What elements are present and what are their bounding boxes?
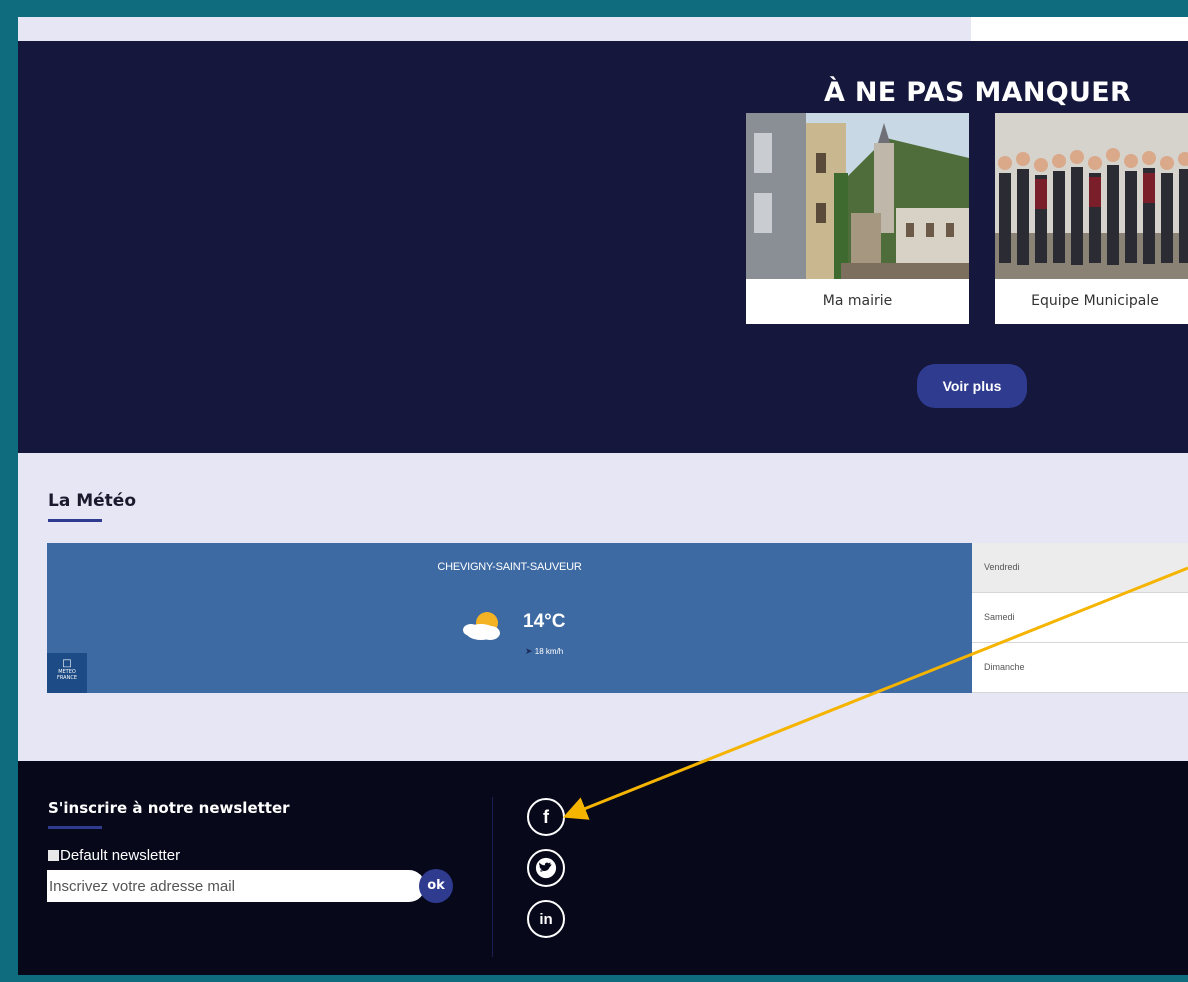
footer: S'inscrire à notre newsletter Default ne…: [18, 761, 1188, 975]
town-street-photo: [746, 113, 969, 279]
newsletter-checkbox[interactable]: [48, 850, 59, 861]
team-group-photo: [995, 113, 1188, 279]
twitter-icon[interactable]: [527, 849, 565, 887]
forecast-day[interactable]: Dimanche: [972, 643, 1188, 693]
card-label: Ma mairie: [822, 293, 893, 309]
newsletter-email-input[interactable]: [47, 870, 425, 902]
card-ma-mairie[interactable]: Ma mairie: [746, 113, 969, 324]
newsletter-checkbox-label: Default newsletter: [60, 847, 181, 864]
highlights-section: À NE PAS MANQUER Ma mairie Equipe Munici…: [18, 41, 1188, 453]
footer-divider: [492, 797, 493, 957]
weather-temperature: 14°C: [523, 611, 566, 632]
forecast-day[interactable]: Vendredi: [972, 543, 1188, 593]
newsletter-underline: [48, 826, 102, 829]
newsletter-title: S'inscrire à notre newsletter: [48, 799, 290, 817]
meteo-france-logo: □ METEO FRANCE: [47, 653, 87, 693]
card-label: Equipe Municipale: [1031, 293, 1159, 309]
card-equipe-municipale[interactable]: Equipe Municipale: [995, 113, 1188, 324]
top-strip: [971, 17, 1188, 41]
facebook-icon[interactable]: f: [527, 798, 565, 836]
weather-city: CHEVIGNY-SAINT-SAUVEUR: [437, 561, 582, 573]
highlights-title: À NE PAS MANQUER: [824, 77, 1132, 108]
weather-wind-value: 18 km/h: [534, 647, 564, 656]
newsletter-option[interactable]: Default newsletter: [48, 847, 180, 864]
forecast-day[interactable]: Samedi: [972, 593, 1188, 643]
partly-cloudy-icon: [463, 612, 500, 640]
newsletter-submit-button[interactable]: ok: [419, 869, 453, 903]
forecast-days: Vendredi Samedi Dimanche: [972, 543, 1188, 693]
page-frame: À NE PAS MANQUER Ma mairie Equipe Munici…: [18, 17, 1188, 975]
meteo-title: La Météo: [48, 491, 137, 511]
meteo-title-underline: [48, 519, 102, 522]
weather-wind: ➤ 18 km/h: [525, 646, 563, 657]
weather-widget[interactable]: CHEVIGNY-SAINT-SAUVEUR 14°C ➤ 18 km/h □ …: [47, 543, 972, 693]
wind-arrow-icon: ➤: [525, 646, 533, 656]
linkedin-icon[interactable]: in: [527, 900, 565, 938]
voir-plus-button[interactable]: Voir plus: [917, 364, 1027, 408]
